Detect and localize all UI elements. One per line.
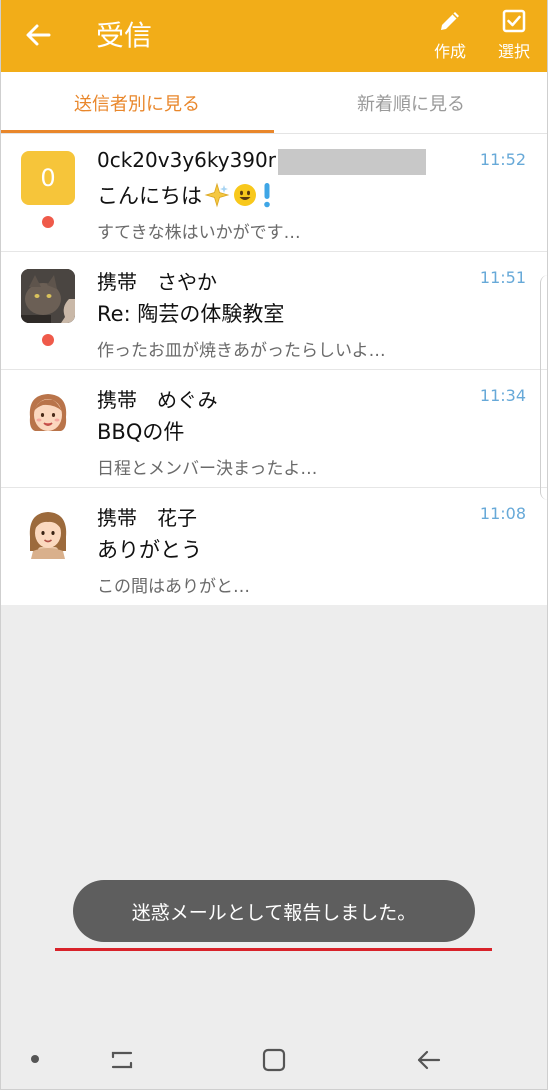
recent-apps-icon [111,1051,133,1069]
message-preview: 日程とメンバー決まったよ… [97,459,318,479]
redacted-block [277,148,426,175]
system-nav-bar [0,1030,548,1090]
toast-message: 迷惑メールとして報告しました。 [73,880,475,942]
woman-face-avatar [21,387,75,441]
sender-name: 携帯 さやか [97,270,217,294]
scroll-edge[interactable] [540,275,548,500]
recent-apps-button[interactable] [104,1044,140,1076]
smiley-face-icon [232,182,258,208]
compose-label: 作成 [433,42,466,61]
back-arrow-icon [417,1050,441,1070]
tab-by-sender[interactable]: 送信者別に見る [0,72,274,134]
page-title: 受信 [96,19,153,52]
list-item[interactable]: 携帯 さやか Re: 陶芸の体験教室 作ったお皿が焼きあがったらしいよ… 11:… [0,252,548,370]
message-preview: 作ったお皿が焼きあがったらしいよ… [97,341,386,361]
list-item[interactable]: 0 0ck20v3y6ky390r こんにちは すてきな株はいかがです… 11:… [0,134,548,252]
nav-dot-indicator [31,1055,39,1063]
message-preview: この間はありがと… [97,577,250,597]
cat-photo-avatar [21,269,75,323]
select-button[interactable]: 選択 [489,8,539,68]
message-subject: ありがとう [97,538,202,562]
checkbox-icon [502,9,526,33]
back-button[interactable] [18,17,58,53]
sender-text: 0ck20v3y6ky390r [97,148,276,172]
list-item[interactable]: 携帯 花子 ありがとう この間はありがと… 11:08 [0,488,548,605]
system-back-button[interactable] [410,1044,446,1076]
unread-indicator [42,334,54,346]
sender-name: 携帯 めぐみ [97,388,218,412]
message-time: 11:51 [479,268,526,287]
sender-name: 携帯 花子 [97,506,197,530]
list-item[interactable]: 携帯 めぐみ BBQの件 日程とメンバー決まったよ… 11:34 [0,370,548,488]
message-subject: Re: 陶芸の体験教室 [97,302,285,326]
highlight-underline [55,948,492,951]
sparkles-icon [204,182,230,208]
unread-indicator [42,216,54,228]
subject-text: こんにちは [97,184,202,208]
message-time: 11:52 [479,150,526,169]
compose-button[interactable]: 作成 [425,8,475,68]
letter-avatar: 0 [21,151,75,205]
sender-name: 0ck20v3y6ky390r [97,148,426,175]
tab-newest-first[interactable]: 新着順に見る [274,72,548,134]
avatar-letter: 0 [40,164,56,192]
message-subject: BBQの件 [97,420,185,444]
message-subject: こんにちは [97,180,274,210]
view-tabs: 送信者別に見る 新着順に見る [0,72,548,134]
girl-face-avatar [21,505,75,559]
app-bar: 受信 作成 選択 [0,0,548,72]
exclamation-icon [260,181,274,209]
home-button[interactable] [256,1044,292,1076]
active-tab-indicator [0,130,274,133]
pencil-icon [441,12,459,30]
toast-text: 迷惑メールとして報告しました。 [131,901,417,924]
message-time: 11:08 [479,504,526,523]
message-list: 0 0ck20v3y6ky390r こんにちは すてきな株はいかがです… 11:… [0,134,548,605]
arrow-left-icon [26,24,51,46]
home-square-icon [262,1048,286,1072]
message-preview: すてきな株はいかがです… [97,223,301,243]
select-label: 選択 [497,42,530,61]
message-time: 11:34 [479,386,526,405]
